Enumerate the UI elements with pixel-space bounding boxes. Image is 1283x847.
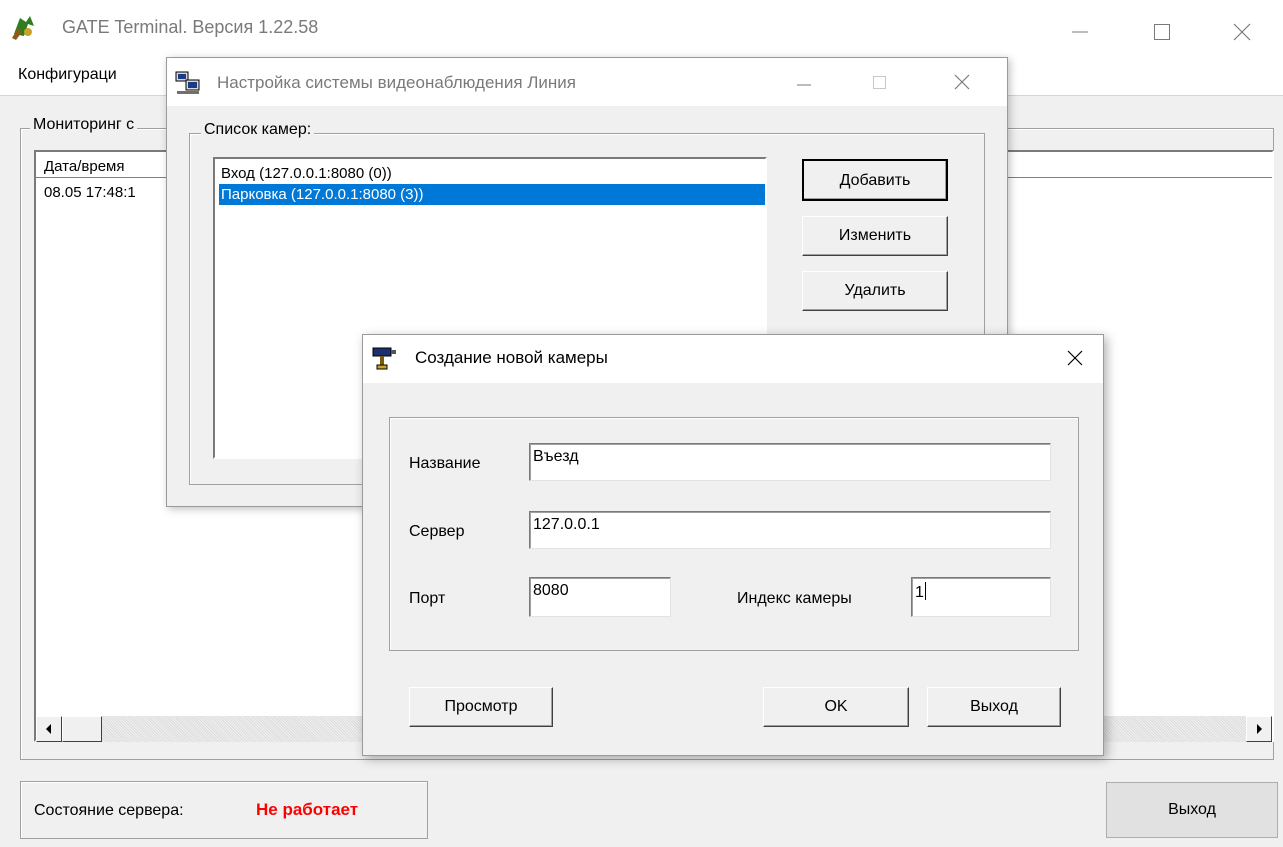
new-camera-close-button[interactable] xyxy=(1051,335,1101,383)
new-camera-title: Создание новой камеры xyxy=(415,348,608,367)
new-camera-dialog: Создание новой камеры Название Въезд Сер… xyxy=(362,334,1104,756)
port-label: Порт xyxy=(409,590,446,607)
server-status-label: Состояние сервера: xyxy=(34,802,184,819)
network-computers-icon xyxy=(175,70,201,96)
video-settings-maximize-button[interactable] xyxy=(855,58,905,106)
dialog-exit-button[interactable]: Выход xyxy=(927,687,1061,727)
scroll-right-button[interactable] xyxy=(1246,716,1272,742)
camera-list-label: Список камер: xyxy=(201,121,315,139)
list-item-selected[interactable]: Парковка (127.0.0.1:8080 (3)) xyxy=(219,184,765,205)
preview-button[interactable]: Просмотр xyxy=(409,687,553,727)
server-label: Сервер xyxy=(409,523,465,540)
window-title: GATE Terminal. Версия 1.22.58 xyxy=(62,17,319,37)
name-label: Название xyxy=(409,455,481,472)
camera-index-label: Индекс камеры xyxy=(737,590,852,607)
camera-icon xyxy=(371,344,399,372)
camera-index-input[interactable]: 1 xyxy=(911,577,1051,617)
main-titlebar: GATE Terminal. Версия 1.22.58 xyxy=(0,0,1283,56)
list-item[interactable]: Вход (127.0.0.1:8080 (0)) xyxy=(219,163,765,184)
add-camera-button[interactable]: Добавить xyxy=(802,159,948,201)
delete-camera-button[interactable]: Удалить xyxy=(802,271,948,311)
new-camera-titlebar: Создание новой камеры xyxy=(363,335,1103,383)
video-settings-title: Настройка системы видеонаблюдения Линия xyxy=(217,73,576,92)
minimize-button[interactable] xyxy=(1052,0,1112,56)
name-input[interactable]: Въезд xyxy=(529,443,1051,481)
scrollbar-thumb[interactable] xyxy=(62,716,102,742)
log-column-datetime[interactable]: Дата/время xyxy=(44,158,124,175)
camera-index-value: 1 xyxy=(915,584,924,601)
video-settings-minimize-button[interactable] xyxy=(781,58,831,106)
gate-app-icon xyxy=(8,12,38,42)
text-caret xyxy=(924,582,926,600)
server-status-value: Не работает xyxy=(256,800,359,819)
ok-button[interactable]: OK xyxy=(763,687,909,727)
menu-configuration[interactable]: Конфигураци xyxy=(18,66,117,84)
edit-camera-button[interactable]: Изменить xyxy=(802,216,948,256)
close-button[interactable] xyxy=(1214,0,1274,56)
port-input[interactable]: 8080 xyxy=(529,577,671,617)
maximize-button[interactable] xyxy=(1132,0,1192,56)
monitor-groupbox-label: Мониторинг с xyxy=(30,116,138,134)
table-row[interactable]: 08.05 17:48:1 xyxy=(44,184,136,201)
scroll-left-button[interactable] xyxy=(36,716,62,742)
video-settings-titlebar: Настройка системы видеонаблюдения Линия xyxy=(167,58,1007,106)
server-input[interactable]: 127.0.0.1 xyxy=(529,511,1051,549)
video-settings-close-button[interactable] xyxy=(937,58,987,106)
main-exit-button[interactable]: Выход xyxy=(1106,782,1278,838)
